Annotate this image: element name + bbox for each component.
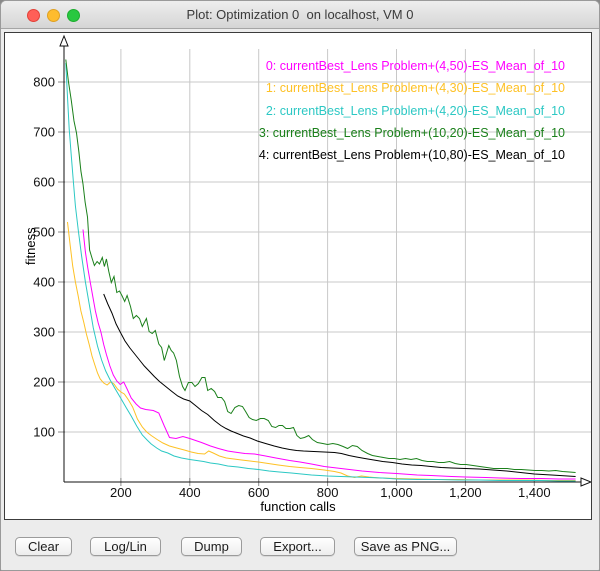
x-tick-label: 1,200 [449, 485, 482, 500]
x-tick-label: 1,400 [518, 485, 551, 500]
y-tick-label: 300 [33, 325, 55, 340]
x-axis-arrow-icon [581, 478, 591, 486]
legend-item: 3: currentBest_Lens Problem+(10,20)-ES_M… [259, 122, 565, 144]
minimize-button[interactable] [47, 9, 60, 22]
y-tick-label: 100 [33, 425, 55, 440]
x-tick-label: 200 [110, 485, 132, 500]
legend-item: 4: currentBest_Lens Problem+(10,80)-ES_M… [259, 144, 565, 166]
plot-window: Plot: Optimization 0 on localhost, VM 0 … [0, 0, 600, 571]
x-tick-label: 1,000 [380, 485, 413, 500]
close-button[interactable] [27, 9, 40, 22]
y-axis-arrow-icon [60, 36, 68, 46]
series-line-1 [68, 222, 576, 481]
save-as-png-button[interactable]: Save as PNG... [354, 537, 457, 556]
export-button[interactable]: Export... [260, 537, 335, 556]
y-tick-label: 400 [33, 275, 55, 290]
legend-item: 1: currentBest_Lens Problem+(4,30)-ES_Me… [259, 77, 565, 99]
plot-panel: 2004006008001,0001,2001,4001002003004005… [4, 32, 592, 520]
x-tick-label: 600 [248, 485, 270, 500]
legend-item: 0: currentBest_Lens Problem+(4,50)-ES_Me… [259, 55, 565, 77]
series-line-4 [104, 294, 576, 477]
y-tick-label: 200 [33, 375, 55, 390]
clear-button[interactable]: Clear [15, 537, 72, 556]
x-axis-label: function calls [5, 499, 591, 514]
y-tick-label: 600 [33, 175, 55, 190]
series-line-0 [83, 230, 576, 480]
x-tick-label: 800 [317, 485, 339, 500]
zoom-button[interactable] [67, 9, 80, 22]
y-axis-label: fitness [23, 227, 38, 265]
titlebar[interactable]: Plot: Optimization 0 on localhost, VM 0 [1, 1, 599, 29]
loglin-button[interactable]: Log/Lin [90, 537, 161, 556]
window-title: Plot: Optimization 0 on localhost, VM 0 [187, 7, 414, 22]
y-tick-label: 800 [33, 75, 55, 90]
x-tick-label: 400 [179, 485, 201, 500]
plot-legend: 0: currentBest_Lens Problem+(4,50)-ES_Me… [259, 55, 565, 166]
traffic-lights [27, 9, 80, 22]
y-tick-label: 700 [33, 125, 55, 140]
dump-button[interactable]: Dump [181, 537, 242, 556]
button-bar: Clear Log/Lin Dump Export... Save as PNG… [1, 520, 600, 571]
legend-item: 2: currentBest_Lens Problem+(4,20)-ES_Me… [259, 100, 565, 122]
